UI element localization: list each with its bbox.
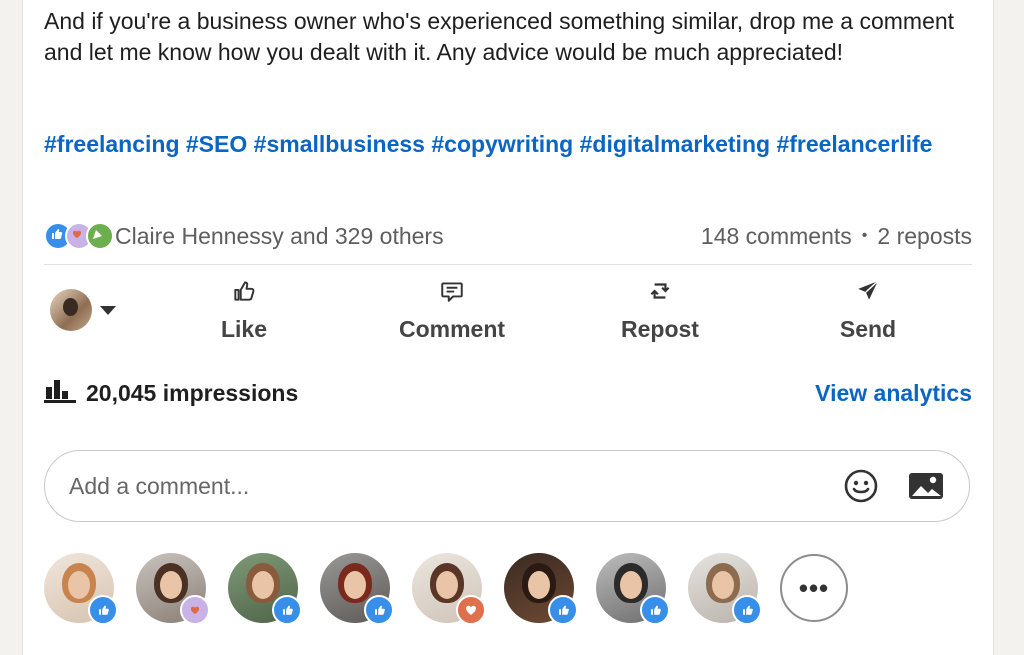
reactions-summary[interactable]: Claire Hennessy and 329 others <box>44 222 444 250</box>
like-label: Like <box>220 315 268 342</box>
like-button[interactable]: Like <box>140 278 348 343</box>
hashtag-link[interactable]: #copywriting <box>431 131 573 157</box>
reactor-avatar[interactable] <box>412 553 486 625</box>
repost-button[interactable]: Repost <box>556 278 764 343</box>
avatar-face <box>344 571 366 599</box>
like-reaction-icon <box>364 595 394 625</box>
comment-bubble-icon <box>439 278 465 310</box>
image-icon[interactable] <box>907 470 945 502</box>
celebrate-icon <box>86 222 114 250</box>
avatar-face <box>528 571 550 599</box>
send-label: Send <box>839 315 897 342</box>
avatar-face <box>436 571 458 599</box>
avatar-face <box>712 571 734 599</box>
reactor-avatar[interactable] <box>504 553 578 625</box>
social-counts-row: Claire Hennessy and 329 others 148 comme… <box>44 218 972 254</box>
comment-box-icons <box>843 468 945 504</box>
avatar-face <box>68 571 90 599</box>
hashtag-link[interactable]: #freelancerlife <box>776 131 932 157</box>
more-reactors-button[interactable]: ••• <box>780 554 848 622</box>
like-reaction-icon <box>640 595 670 625</box>
comment-button[interactable]: Comment <box>348 278 556 343</box>
post-body-text: And if you're a business owner who's exp… <box>44 8 955 65</box>
engagement-counts: 148 comments • 2 reposts <box>701 223 972 250</box>
comment-input[interactable] <box>67 471 771 501</box>
reactor-avatar[interactable] <box>228 553 302 625</box>
caret-down-icon <box>100 305 116 315</box>
like-reaction-icon <box>272 595 302 625</box>
paper-plane-icon <box>855 278 881 310</box>
reactor-avatar[interactable] <box>320 553 394 625</box>
divider <box>44 264 972 265</box>
reactor-avatar[interactable] <box>136 553 210 625</box>
avatar-face <box>252 571 274 599</box>
thumbs-up-icon <box>231 278 257 310</box>
reactor-avatar[interactable] <box>44 553 118 625</box>
emoji-icon[interactable] <box>843 468 879 504</box>
reactions-text: Claire Hennessy and 329 others <box>115 222 444 249</box>
support-reaction-icon <box>180 595 210 625</box>
post-action-bar: Like Comment Repost Send <box>44 270 972 350</box>
reposts-count-link[interactable]: 2 reposts <box>877 223 972 250</box>
avatar <box>50 289 92 331</box>
post-as-selector[interactable] <box>44 289 140 331</box>
impressions-row: 20,045 impressions View analytics <box>44 376 972 410</box>
separator-dot: • <box>861 227 868 244</box>
like-reaction-icon <box>732 595 762 625</box>
comment-label: Comment <box>398 315 506 342</box>
bar-chart-icon <box>44 377 76 409</box>
hashtag-link[interactable]: #SEO <box>186 131 247 157</box>
hashtag-link[interactable]: #smallbusiness <box>254 131 425 157</box>
like-reaction-icon <box>88 595 118 625</box>
impressions-count: 20,045 impressions <box>86 379 299 406</box>
repost-arrows-icon <box>647 278 673 310</box>
impressions-summary: 20,045 impressions <box>44 377 298 409</box>
avatar-face <box>160 571 182 599</box>
avatar-face <box>620 571 642 599</box>
comment-input-box <box>44 450 970 522</box>
like-reaction-icon <box>548 595 578 625</box>
hashtag-link[interactable]: #digitalmarketing <box>580 131 770 157</box>
reactor-avatar[interactable] <box>688 553 762 625</box>
reactor-avatar[interactable] <box>596 553 670 625</box>
love-reaction-icon <box>456 595 486 625</box>
reaction-icons-stack <box>44 222 114 250</box>
view-analytics-link[interactable]: View analytics <box>815 380 972 407</box>
send-button[interactable]: Send <box>764 278 972 343</box>
comments-count-link[interactable]: 148 comments <box>701 223 852 250</box>
reactors-avatar-row: ••• <box>44 551 848 625</box>
repost-label: Repost <box>621 315 699 342</box>
post-hashtags: #freelancing #SEO #smallbusiness #copywr… <box>44 129 974 160</box>
hashtag-link[interactable]: #freelancing <box>44 131 180 157</box>
